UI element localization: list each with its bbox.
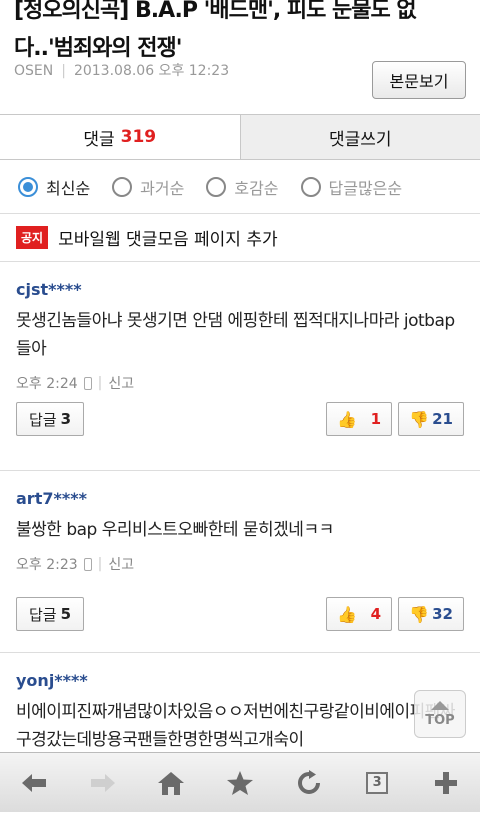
view-article-button[interactable]: 본문보기 — [372, 61, 466, 99]
like-count: 4 — [370, 605, 381, 623]
browser-toolbar: 3 — [0, 752, 480, 812]
comment-body: 비에이피진짜개념많이차있음ㅇㅇ저번에친구랑같이비에이피팬싸구경갔는데방용국팬들한… — [16, 702, 456, 750]
back-button[interactable] — [14, 763, 54, 803]
thumbs-up-icon: 👍 — [337, 604, 357, 624]
star-icon — [226, 770, 253, 795]
refresh-icon — [297, 769, 320, 794]
comment-author[interactable]: art7**** — [16, 471, 464, 508]
comment-item: art7**** 불쌍한 bap 우리비스트오빠한테 묻히겠네ㅋㅋ 오후 2:2… — [0, 471, 480, 653]
sort-options: 최신순 과거순 호감순 답글많은순 — [0, 160, 480, 214]
reply-button[interactable]: 답글 3 — [16, 402, 85, 436]
meta-divider: | — [97, 375, 103, 391]
bookmark-button[interactable] — [220, 763, 260, 803]
home-icon — [158, 771, 185, 795]
comment-author[interactable]: yonj**** — [16, 653, 464, 690]
comment-meta: 오후 2:23 | 신고 — [16, 554, 464, 574]
new-tab-button[interactable] — [426, 763, 466, 803]
notice-badge: 공지 — [16, 226, 49, 249]
mobile-icon — [83, 557, 92, 571]
tabs-icon: 3 — [366, 771, 389, 794]
reply-label: 답글 — [29, 410, 57, 429]
comment-actions: 답글 5 👍 4 👎 32 — [16, 597, 464, 631]
thumbs-up-icon: 👍 — [337, 409, 357, 429]
article-header: [정오의신곡] B.A.P '배드맨', 피도 눈물도 없다..'범죄와의 전쟁… — [0, 0, 480, 114]
dislike-count: 21 — [432, 410, 453, 428]
comment-meta: 오후 2:24 | 신고 — [16, 373, 464, 393]
like-button[interactable]: 👍 1 — [326, 402, 392, 436]
plus-icon — [434, 771, 457, 794]
sort-likes[interactable]: 호감순 — [206, 175, 279, 199]
sort-oldest-label: 과거순 — [140, 178, 185, 198]
meta-divider: | — [97, 556, 103, 572]
reply-count: 5 — [60, 605, 72, 623]
sort-most-replies-label: 답글많은순 — [328, 178, 403, 198]
radio-icon — [112, 176, 133, 197]
tab-write-comment[interactable]: 댓글쓰기 — [239, 115, 480, 159]
sort-most-replies[interactable]: 답글많은순 — [300, 175, 403, 199]
sort-oldest[interactable]: 과거순 — [112, 175, 184, 199]
notice-banner[interactable]: 공지 모바일웹 댓글모음 페이지 추가 — [0, 214, 480, 262]
comment-time: 오후 2:23 — [16, 557, 78, 573]
dislike-button[interactable]: 👎 32 — [398, 597, 464, 631]
tab-comments-label: 댓글 — [83, 129, 115, 150]
comment-actions: 답글 3 👍 1 👎 21 — [16, 402, 464, 436]
vote-buttons: 👍 1 👎 21 — [326, 402, 464, 436]
top-label: TOP — [425, 712, 455, 728]
article-source: OSEN — [14, 63, 54, 79]
reply-count: 3 — [60, 410, 72, 428]
comment-tabs: 댓글 319 댓글쓰기 — [0, 114, 480, 160]
arrow-up-icon — [431, 700, 449, 710]
mobile-icon — [83, 376, 92, 390]
scroll-top-button[interactable]: TOP — [414, 690, 466, 738]
vote-buttons: 👍 4 👎 32 — [326, 597, 464, 631]
thumbs-down-icon: 👎 — [409, 409, 429, 429]
arrow-right-icon — [90, 773, 115, 792]
report-link[interactable]: 신고 — [108, 373, 134, 393]
radio-icon — [300, 176, 321, 197]
article-meta: OSEN | 2013.08.06 오후 12:23 — [14, 60, 229, 80]
article-datetime: 2013.08.06 오후 12:23 — [73, 63, 230, 79]
thumbs-down-icon: 👎 — [409, 604, 429, 624]
comment-item: cjst**** 못생긴놈들아냐 못생기면 안댐 에핑한테 찝적대지나마라 jo… — [0, 262, 480, 471]
tabs-button[interactable]: 3 — [357, 763, 397, 803]
like-button[interactable]: 👍 4 — [326, 597, 392, 631]
like-count: 1 — [370, 410, 381, 428]
comment-body: 못생긴놈들아냐 못생기면 안댐 에핑한테 찝적대지나마라 jotbap 들아 — [16, 311, 455, 359]
arrow-left-icon — [22, 773, 47, 792]
meta-divider: | — [61, 63, 66, 79]
radio-icon — [206, 176, 227, 197]
notice-text: 모바일웹 댓글모음 페이지 추가 — [58, 230, 278, 250]
dislike-count: 32 — [432, 605, 453, 623]
tab-comments[interactable]: 댓글 319 — [0, 115, 240, 159]
report-link[interactable]: 신고 — [108, 554, 134, 574]
comment-time: 오후 2:24 — [16, 376, 78, 392]
home-button[interactable] — [151, 763, 191, 803]
radio-selected-icon — [18, 176, 38, 197]
sort-latest[interactable]: 최신순 — [18, 175, 90, 199]
reply-button[interactable]: 답글 5 — [16, 597, 85, 631]
comment-body: 불쌍한 bap 우리비스트오빠한테 묻히겠네ㅋㅋ — [16, 520, 334, 540]
refresh-button[interactable] — [289, 763, 329, 803]
sort-likes-label: 호감순 — [234, 178, 279, 198]
forward-button[interactable] — [83, 763, 123, 803]
article-title: [정오의신곡] B.A.P '배드맨', 피도 눈물도 없다..'범죄와의 전쟁… — [14, 0, 417, 61]
comment-count: 319 — [120, 127, 157, 147]
reply-label: 답글 — [29, 605, 57, 624]
dislike-button[interactable]: 👎 21 — [398, 402, 464, 436]
sort-latest-label: 최신순 — [46, 178, 91, 198]
comment-author[interactable]: cjst**** — [16, 262, 464, 299]
